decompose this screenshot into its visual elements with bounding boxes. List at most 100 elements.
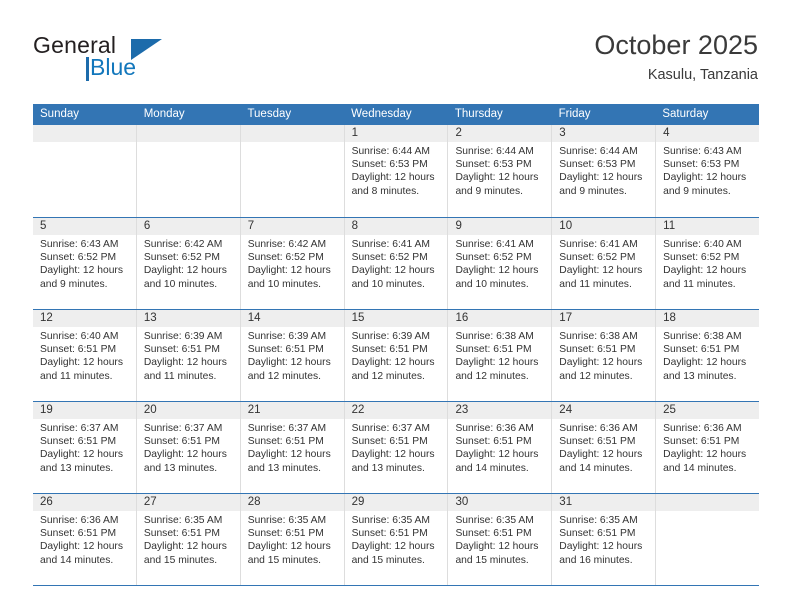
calendar-day-cell[interactable]: 18 Sunrise: 6:38 AM Sunset: 6:51 PM Dayligh… [656,310,760,401]
day-sun-info: Sunrise: 6:41 AM Sunset: 6:52 PM Daylight:… [345,235,448,291]
day-info-line: and 10 minutes. [455,278,529,290]
day-info-line: and 13 minutes. [351,462,425,474]
day-number: 27 [136,494,240,511]
calendar-week-row: 12 Sunrise: 6:40 AM Sunset: 6:51 PM Dayligh… [33,309,760,401]
calendar-day-cell[interactable]: 3 Sunrise: 6:44 AM Sunset: 6:53 PM Daylight… [552,125,657,217]
day-number: 11 [656,218,760,235]
day-info-line: Daylight: 12 hours [663,449,747,461]
day-sun-info: Sunrise: 6:37 AM Sunset: 6:51 PM Daylight:… [241,419,344,475]
calendar-day-cell[interactable]: 6 Sunrise: 6:42 AM Sunset: 6:52 PM Daylight… [136,218,241,309]
day-info-line: Sunrise: 6:41 AM [455,239,534,250]
day-info-line: Daylight: 12 hours [455,541,539,553]
day-sun-info: Sunrise: 6:44 AM Sunset: 6:53 PM Daylight:… [345,142,448,198]
calendar-day-cell[interactable]: 27 Sunrise: 6:35 AM Sunset: 6:51 PM Dayligh… [136,494,241,585]
calendar-day-cell[interactable]: 7 Sunrise: 6:42 AM Sunset: 6:52 PM Daylight… [240,218,345,309]
day-number: 6 [136,218,240,235]
day-info-line: and 9 minutes. [40,278,108,290]
calendar-day-cell[interactable]: 21 Sunrise: 6:37 AM Sunset: 6:51 PM Dayligh… [240,402,345,493]
calendar-day-cell[interactable]: 2 Sunrise: 6:44 AM Sunset: 6:53 PM Daylight… [448,125,553,217]
day-info-line: and 10 minutes. [247,278,321,290]
calendar-day-cell[interactable]: 1 Sunrise: 6:44 AM Sunset: 6:53 PM Daylight… [344,125,449,217]
calendar-day-cell[interactable]: 13 Sunrise: 6:39 AM Sunset: 6:51 PM Dayligh… [136,310,241,401]
day-sun-info: Sunrise: 6:36 AM Sunset: 6:51 PM Daylight:… [552,419,655,475]
day-sun-info: Sunrise: 6:37 AM Sunset: 6:51 PM Daylight:… [33,419,136,475]
day-info-line: Daylight: 12 hours [40,265,123,277]
calendar-day-cell[interactable]: 28 Sunrise: 6:35 AM Sunset: 6:51 PM Dayligh… [240,494,345,585]
calendar-day-cell[interactable]: 24 Sunrise: 6:36 AM Sunset: 6:51 PM Dayligh… [552,402,657,493]
day-number: 21 [240,402,344,419]
calendar-day-cell[interactable]: 17 Sunrise: 6:38 AM Sunset: 6:51 PM Dayligh… [552,310,657,401]
day-info-line: Sunset: 6:51 PM [143,528,220,540]
calendar-day-cell[interactable]: 31 Sunrise: 6:35 AM Sunset: 6:51 PM Dayligh… [552,494,657,585]
day-info-line: Sunrise: 6:40 AM [40,331,119,342]
day-info-line: Daylight: 12 hours [143,357,227,369]
calendar-day-cell[interactable]: 23 Sunrise: 6:36 AM Sunset: 6:51 PM Dayligh… [448,402,553,493]
calendar-day-cell[interactable]: 11 Sunrise: 6:40 AM Sunset: 6:52 PM Dayligh… [656,218,760,309]
day-info-line: and 9 minutes. [663,185,731,197]
day-info-line: Daylight: 12 hours [351,541,435,553]
calendar-day-cell[interactable]: 12 Sunrise: 6:40 AM Sunset: 6:51 PM Dayligh… [33,310,137,401]
calendar-day-cell[interactable]: 5 Sunrise: 6:43 AM Sunset: 6:52 PM Daylight… [33,218,137,309]
calendar-day-cell[interactable]: 20 Sunrise: 6:37 AM Sunset: 6:51 PM Dayligh… [136,402,241,493]
day-info-line: and 11 minutes. [40,370,113,382]
calendar-day-cell[interactable]: 8 Sunrise: 6:41 AM Sunset: 6:52 PM Daylight… [344,218,449,309]
day-sun-info: Sunrise: 6:38 AM Sunset: 6:51 PM Daylight:… [448,327,551,383]
logo-text-blue: Blue [90,54,137,80]
calendar-day-cell[interactable]: 10 Sunrise: 6:41 AM Sunset: 6:52 PM Dayligh… [552,218,657,309]
day-info-line: Sunset: 6:51 PM [559,436,636,448]
day-info-line: Sunrise: 6:44 AM [455,146,534,157]
day-info-line: Sunrise: 6:44 AM [351,146,430,157]
day-info-line: Sunset: 6:51 PM [40,436,117,448]
day-info-line: Sunrise: 6:36 AM [40,515,119,526]
day-info-line: and 13 minutes. [663,370,737,382]
day-info-line: Daylight: 12 hours [247,541,331,553]
day-info-line: and 13 minutes. [247,462,321,474]
calendar-day-cell[interactable]: 14 Sunrise: 6:39 AM Sunset: 6:51 PM Dayligh… [240,310,345,401]
page-header: General Blue October 2025 Kasulu, Tanzan… [0,0,792,96]
calendar-day-cell[interactable]: 15 Sunrise: 6:39 AM Sunset: 6:51 PM Dayligh… [344,310,449,401]
day-info-line: Sunrise: 6:36 AM [559,423,638,434]
day-info-line: Sunset: 6:51 PM [455,344,532,356]
day-info-line: Sunset: 6:52 PM [455,252,532,264]
day-info-line: Daylight: 12 hours [559,541,643,553]
day-info-line: Sunrise: 6:35 AM [143,515,223,526]
calendar-day-cell[interactable]: 9 Sunrise: 6:41 AM Sunset: 6:52 PM Daylight… [448,218,553,309]
day-number: 17 [552,310,656,327]
day-info-line: Sunset: 6:51 PM [351,344,428,356]
day-number: 2 [448,125,552,142]
calendar-bottom-border [33,585,759,586]
generalblue-logo[interactable]: General Blue [33,32,233,88]
calendar-day-cell[interactable]: 22 Sunrise: 6:37 AM Sunset: 6:51 PM Dayligh… [344,402,449,493]
calendar-day-cell[interactable]: 30 Sunrise: 6:35 AM Sunset: 6:51 PM Dayligh… [448,494,553,585]
day-info-line: and 11 minutes. [559,278,632,290]
day-info-line: Daylight: 12 hours [663,357,747,369]
calendar-day-cell[interactable]: 19 Sunrise: 6:37 AM Sunset: 6:51 PM Dayligh… [33,402,137,493]
day-info-line: Daylight: 12 hours [663,265,747,277]
day-number [33,125,136,142]
calendar-day-cell[interactable]: 16 Sunrise: 6:38 AM Sunset: 6:51 PM Dayligh… [448,310,553,401]
day-info-line: Sunset: 6:51 PM [559,344,636,356]
day-sun-info: Sunrise: 6:41 AM Sunset: 6:52 PM Daylight:… [552,235,655,291]
day-info-line: Sunset: 6:52 PM [247,252,324,264]
day-number: 16 [448,310,552,327]
day-sun-info: Sunrise: 6:44 AM Sunset: 6:53 PM Daylight:… [448,142,551,198]
day-number: 15 [344,310,448,327]
day-sun-info: Sunrise: 6:35 AM Sunset: 6:51 PM Daylight:… [137,511,240,567]
day-info-line: Daylight: 12 hours [663,172,747,184]
day-info-line: Sunset: 6:52 PM [40,252,117,264]
calendar-day-cell[interactable]: 4 Sunrise: 6:43 AM Sunset: 6:53 PM Daylight… [656,125,760,217]
day-info-line: Daylight: 12 hours [247,449,331,461]
day-sun-info: Sunrise: 6:43 AM Sunset: 6:53 PM Daylight:… [656,142,759,198]
day-info-line: and 9 minutes. [559,185,627,197]
day-info-line: Sunset: 6:51 PM [351,436,428,448]
title-block: October 2025 Kasulu, Tanzania [594,28,758,86]
day-sun-info: Sunrise: 6:39 AM Sunset: 6:51 PM Daylight:… [137,327,240,383]
day-sun-info: Sunrise: 6:36 AM Sunset: 6:51 PM Daylight:… [33,511,136,567]
day-number: 14 [240,310,344,327]
day-info-line: and 15 minutes. [351,554,425,566]
calendar-day-cell[interactable]: 25 Sunrise: 6:36 AM Sunset: 6:51 PM Dayligh… [656,402,760,493]
day-info-line: Sunrise: 6:43 AM [663,146,742,157]
calendar-day-cell[interactable]: 26 Sunrise: 6:36 AM Sunset: 6:51 PM Dayligh… [33,494,137,585]
day-info-line: Sunrise: 6:35 AM [351,515,430,526]
calendar-day-cell[interactable]: 29 Sunrise: 6:35 AM Sunset: 6:51 PM Dayligh… [344,494,449,585]
